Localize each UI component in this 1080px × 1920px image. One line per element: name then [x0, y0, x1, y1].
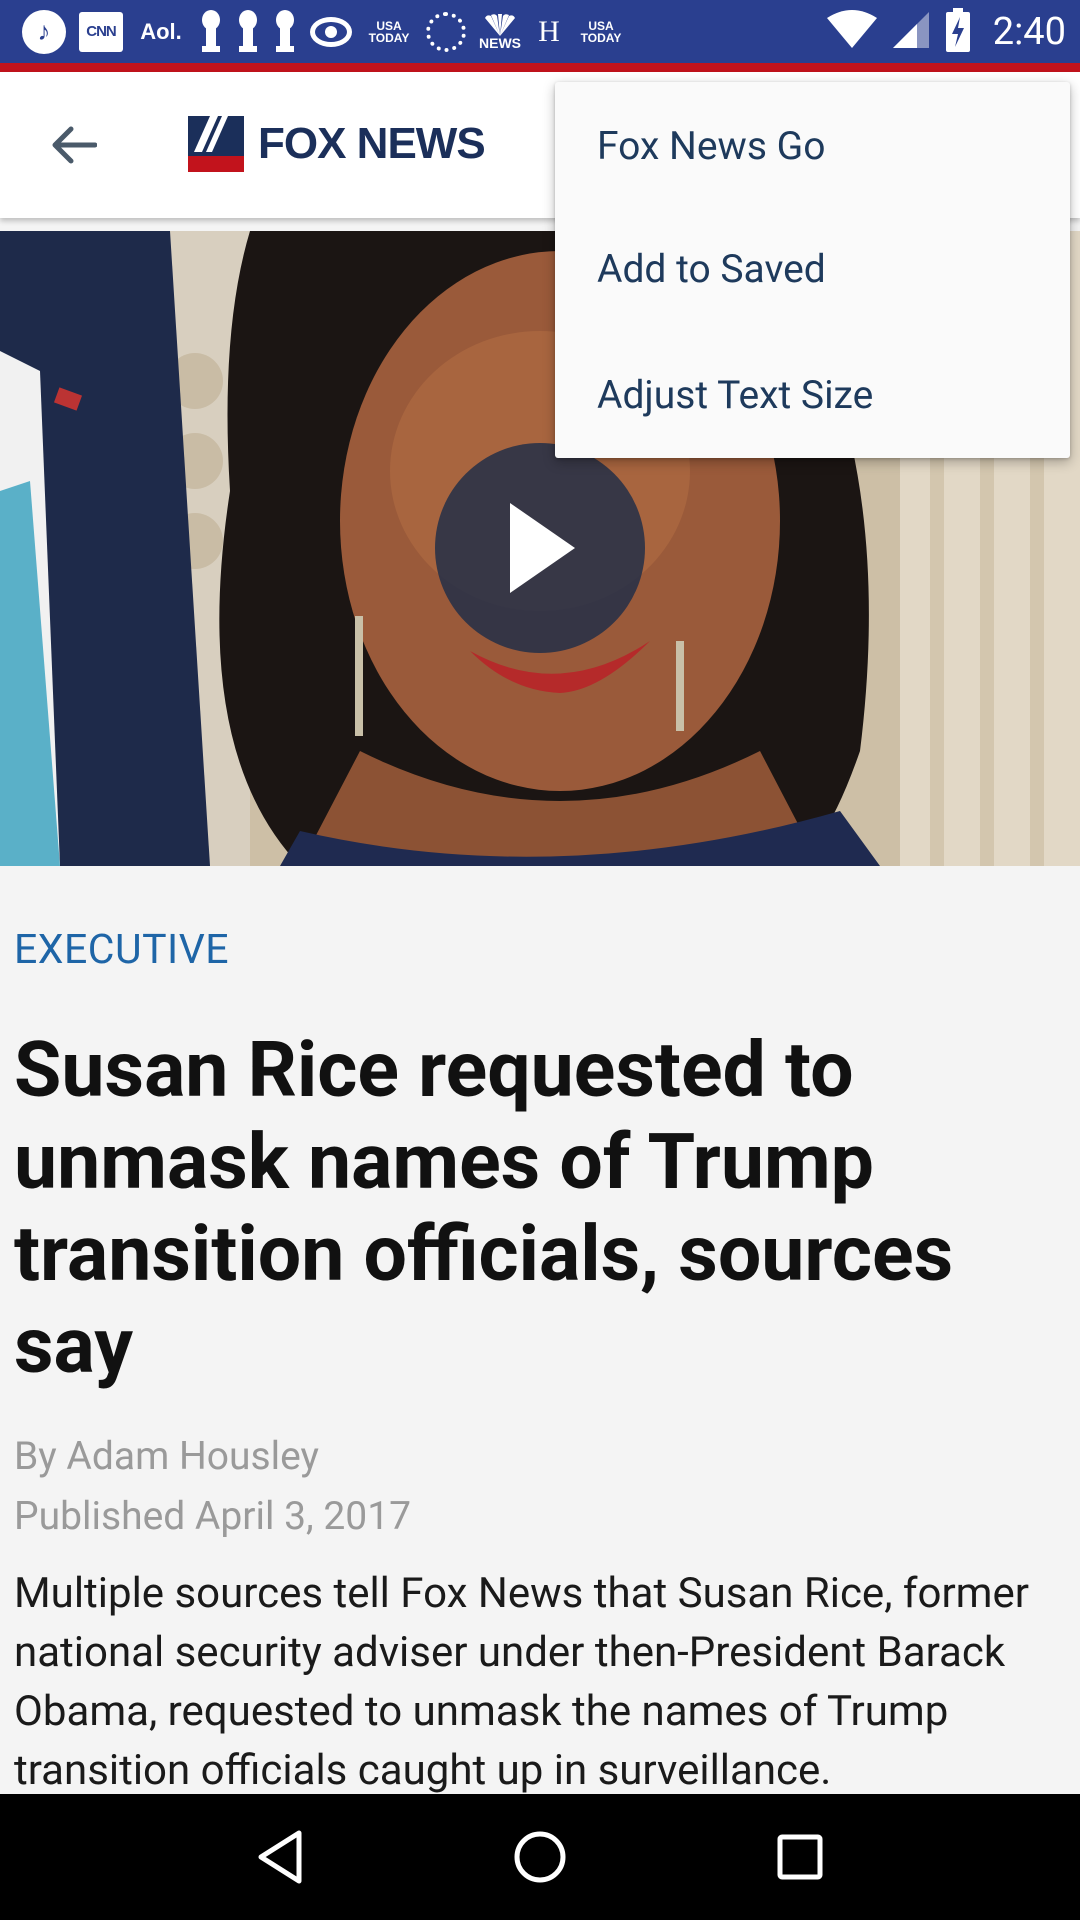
nbc-news-icon: NEWS [479, 13, 521, 50]
music-app-icon: ♪ [22, 9, 66, 54]
menu-item-adjust-text-size[interactable]: Adjust Text Size [555, 332, 1070, 458]
battery-charging-icon [945, 7, 971, 56]
menu-item-add-to-saved[interactable]: Add to Saved [555, 206, 1070, 332]
logo-text: FOX NEWS [258, 119, 486, 168]
article-headline: Susan Rice requested to unmask names of … [14, 1025, 954, 1391]
system-nav-bar [0, 1794, 1080, 1920]
wifi-icon [826, 9, 877, 54]
h-icon: H [538, 14, 560, 48]
clock: 2:40 [992, 9, 1066, 54]
article-category[interactable]: EXECUTIVE [14, 926, 1066, 982]
usa-today-icon: USA TODAY [368, 18, 410, 45]
overflow-menu: Fox News Go Add to Saved Adjust Text Siz… [555, 82, 1070, 458]
nav-recents-button[interactable] [760, 1817, 840, 1897]
nav-back-button[interactable] [240, 1817, 320, 1897]
aol-icon: Aol. [140, 18, 182, 44]
article-published-date: Published April 3, 2017 [14, 1493, 412, 1539]
pin-icon [273, 9, 297, 54]
video-play-button[interactable] [435, 443, 645, 653]
pin-icon [236, 9, 260, 54]
signal-icon [891, 10, 931, 54]
cnn-icon: CNN [79, 11, 123, 52]
arrow-left-icon [52, 126, 97, 164]
fox-news-logo: FOX NEWS [188, 116, 486, 172]
nav-home-button[interactable] [500, 1817, 580, 1897]
article-content: EXECUTIVE Susan Rice requested to unmask… [0, 866, 1080, 1794]
article-body: Multiple sources tell Fox News that Susa… [14, 1569, 1030, 1794]
system-icons: 2:40 [826, 0, 1066, 63]
cbs-icon [310, 16, 352, 47]
pin-icon [199, 9, 223, 54]
menu-item-fox-news-go[interactable]: Fox News Go [555, 82, 1070, 206]
play-icon [510, 503, 575, 593]
notification-icons: ♪ CNN Aol. USA TODAY NEWS H USA TODAY [22, 0, 625, 63]
usa-today-icon: USA TODAY [580, 18, 622, 45]
status-bar: ♪ CNN Aol. USA TODAY NEWS H USA TODAY 2:… [0, 0, 1080, 63]
article-byline: By Adam Housley [14, 1433, 320, 1479]
circle-home-icon [514, 1831, 566, 1883]
back-button[interactable] [40, 112, 106, 178]
dotted-circle-icon [426, 11, 466, 52]
fox-news-logo-mark-icon [188, 116, 244, 172]
status-accent-bar [0, 63, 1080, 72]
triangle-back-icon [258, 1830, 302, 1884]
square-recents-icon [777, 1834, 823, 1880]
